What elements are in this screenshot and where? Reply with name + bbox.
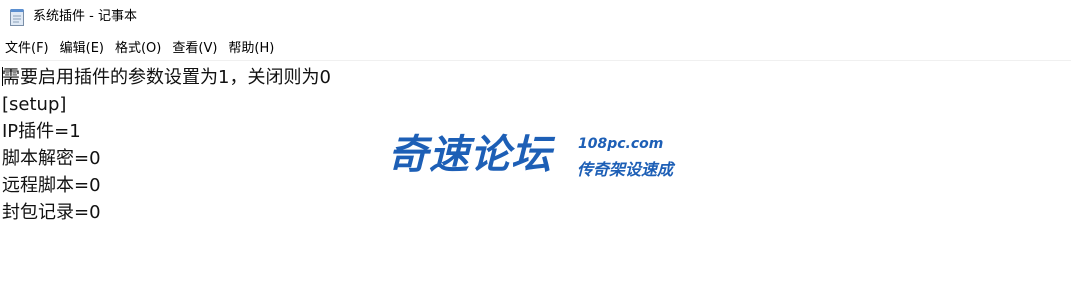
document-text[interactable]: 需要启用插件的参数设置为1，关闭则为0 [setup] IP插件=1 脚本解密=… bbox=[2, 64, 331, 226]
watermark-slogan: 传奇架设速成 bbox=[577, 160, 674, 179]
window-title: 系统插件 - 记事本 bbox=[33, 9, 137, 24]
text-line: 封包记录=0 bbox=[2, 202, 101, 223]
menu-format[interactable]: 格式(O) bbox=[110, 38, 167, 60]
forum-watermark: 奇速论坛 108pc.com 传奇架设速成 bbox=[388, 130, 688, 182]
notepad-window: 系统插件 - 记事本 文件(F) 编辑(E) 格式(O) 查看(V) 帮助(H)… bbox=[0, 0, 1071, 290]
text-line: [setup] bbox=[2, 94, 67, 115]
menu-file[interactable]: 文件(F) bbox=[0, 38, 55, 60]
text-line: 远程脚本=0 bbox=[2, 175, 101, 196]
text-line: 脚本解密=0 bbox=[2, 148, 101, 169]
menu-view[interactable]: 查看(V) bbox=[167, 38, 223, 60]
menu-bar: 文件(F) 编辑(E) 格式(O) 查看(V) 帮助(H) bbox=[0, 38, 280, 60]
watermark-logo-text: 奇速论坛 bbox=[388, 132, 552, 178]
text-line: 需要启用插件的参数设置为1，关闭则为0 bbox=[2, 67, 331, 88]
menu-edit[interactable]: 编辑(E) bbox=[55, 38, 110, 60]
watermark-url: 108pc.com bbox=[578, 136, 664, 152]
notepad-icon bbox=[10, 9, 24, 26]
title-bar[interactable]: 系统插件 - 记事本 bbox=[0, 0, 1071, 34]
text-line: IP插件=1 bbox=[2, 121, 81, 142]
menu-help[interactable]: 帮助(H) bbox=[223, 38, 280, 60]
